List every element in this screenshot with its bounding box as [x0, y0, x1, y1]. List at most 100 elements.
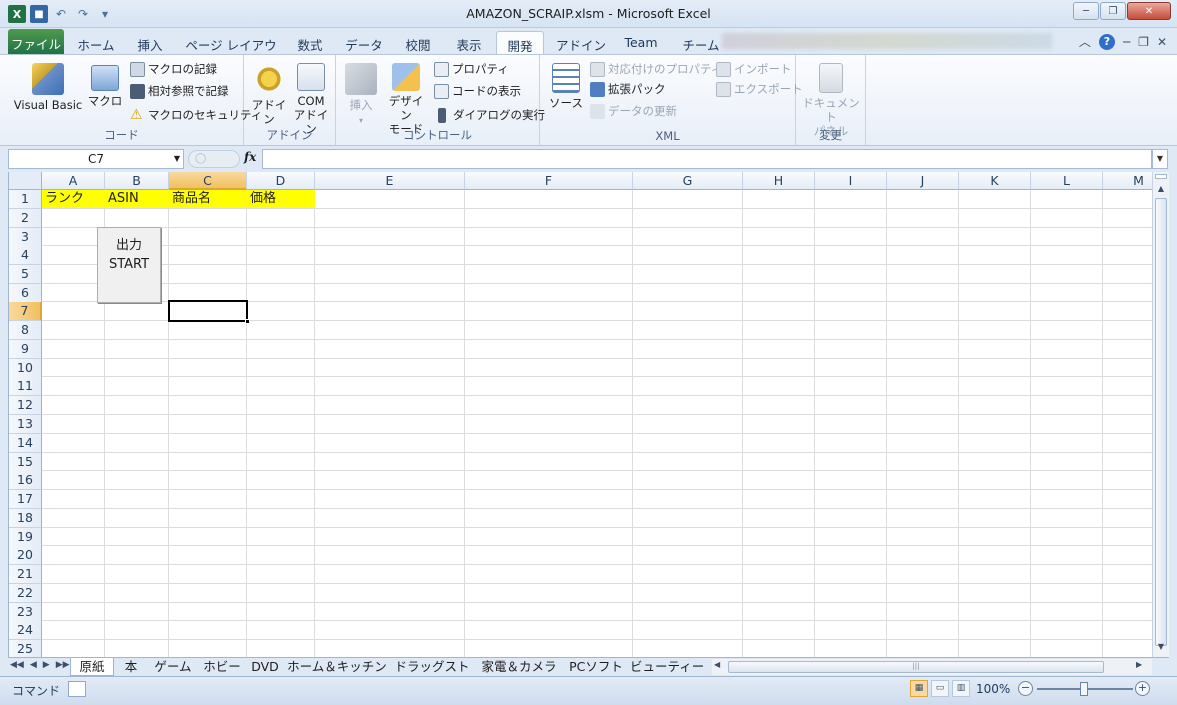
worksheet-grid[interactable]: A B C D E F G H I J K L M 1 2 3 4 5 6 7 … [8, 172, 1152, 657]
row-header[interactable]: 6 [9, 284, 42, 303]
sheet-tab-genshi[interactable]: 原紙 [70, 658, 114, 676]
workbook-close-icon[interactable]: ✕ [1157, 35, 1167, 49]
tab-data[interactable]: データ [341, 31, 387, 54]
row-header[interactable]: 5 [9, 265, 42, 284]
column-header-i[interactable]: I [815, 172, 887, 190]
page-break-view-icon[interactable]: ▥ [952, 680, 970, 697]
column-header-m[interactable]: M [1103, 172, 1152, 190]
select-all-corner[interactable] [9, 172, 42, 190]
scroll-up-icon[interactable]: ▲ [1154, 182, 1168, 196]
horizontal-scroll-thumb[interactable]: ||| [728, 661, 1104, 673]
cell-b1[interactable]: ASIN [105, 190, 169, 208]
column-header-d[interactable]: D [247, 172, 315, 190]
zoom-slider-knob[interactable] [1080, 682, 1088, 696]
scroll-left-icon[interactable]: ◀ [714, 660, 720, 669]
tab-review[interactable]: 校閲 [400, 31, 436, 54]
split-box[interactable] [1155, 174, 1167, 179]
row-header[interactable]: 15 [9, 453, 42, 472]
maximize-button[interactable]: ❐ [1100, 2, 1126, 20]
normal-view-icon[interactable]: ▦ [910, 680, 928, 697]
column-header-a[interactable]: A [42, 172, 105, 190]
column-header-k[interactable]: K [959, 172, 1031, 190]
column-header-h[interactable]: H [743, 172, 815, 190]
cell-a1[interactable]: ランク [42, 190, 105, 208]
import-button[interactable]: インポート [716, 59, 792, 79]
row-header[interactable]: 1 [9, 190, 42, 209]
tab-page-layout[interactable]: ページ レイアウト [183, 31, 279, 72]
sheet-tab-home-kitchen[interactable]: ホーム＆キッチン [286, 658, 388, 676]
next-sheet-icon[interactable]: ▶ [43, 660, 50, 670]
com-addin-button[interactable]: COM アドイン [292, 61, 330, 136]
expand-formula-bar-icon[interactable]: ▼ [1152, 149, 1168, 169]
design-mode-button[interactable]: デザイン モード [384, 61, 428, 136]
tab-team[interactable]: Team [618, 31, 664, 54]
expansion-packs-button[interactable]: 拡張パック [590, 79, 666, 99]
sheet-tab-games[interactable]: ゲーム [148, 658, 198, 676]
macro-security-button[interactable]: ⚠ マクロのセキュリティ [130, 105, 262, 125]
close-button[interactable]: ✕ [1127, 2, 1171, 20]
help-icon[interactable]: ? [1098, 33, 1115, 50]
last-sheet-icon[interactable]: ▶▶ [56, 660, 70, 670]
sheet-tab-electronics-camera[interactable]: 家電＆カメラ [476, 658, 562, 676]
prev-sheet-icon[interactable]: ◀ [30, 660, 37, 670]
horizontal-scrollbar[interactable]: ◀ ||| ▶ [712, 659, 1152, 675]
formula-input[interactable] [262, 149, 1152, 169]
zoom-level[interactable]: 100% [976, 682, 1010, 696]
row-header[interactable]: 11 [9, 377, 42, 396]
row-header[interactable]: 20 [9, 546, 42, 565]
tab-insert[interactable]: 挿入 [132, 31, 168, 54]
insert-function-icon[interactable]: fx [244, 150, 256, 164]
page-layout-view-icon[interactable]: ▭ [931, 680, 949, 697]
workbook-minimize-icon[interactable]: ─ [1123, 35, 1130, 49]
macro-record-status-icon[interactable] [68, 681, 86, 697]
relative-reference-button[interactable]: 相対参照で記録 [130, 81, 229, 101]
tab-home[interactable]: ホーム [73, 31, 119, 54]
row-header[interactable]: 21 [9, 565, 42, 584]
sheet-tab-pc-software[interactable]: PCソフト [564, 658, 628, 676]
row-header[interactable]: 4 [9, 246, 42, 265]
row-header[interactable]: 8 [9, 321, 42, 340]
sheet-tab-beauty[interactable]: ビューティー [630, 658, 704, 676]
tab-team-jp[interactable]: チーム [678, 31, 724, 54]
column-header-b[interactable]: B [105, 172, 169, 190]
tab-view[interactable]: 表示 [451, 31, 487, 54]
row-header[interactable]: 16 [9, 471, 42, 490]
tab-file[interactable]: ファイル [8, 29, 64, 54]
row-header[interactable]: 12 [9, 396, 42, 415]
record-macro-button[interactable]: マクロの記録 [130, 59, 217, 79]
active-cell-c7[interactable] [168, 300, 250, 324]
column-header-e[interactable]: E [315, 172, 465, 190]
row-header[interactable]: 3 [9, 228, 42, 247]
xml-source-button[interactable]: ソース [546, 61, 586, 110]
sheet-tab-dvd[interactable]: DVD [246, 658, 284, 676]
name-box-dropdown-icon[interactable]: ▼ [174, 150, 180, 168]
map-properties-button[interactable]: 対応付けのプロパティ [590, 59, 722, 79]
name-box[interactable]: C7 ▼ [8, 149, 184, 169]
sheet-tab-books[interactable]: 本 [118, 658, 144, 676]
first-sheet-icon[interactable]: ◀◀ [10, 660, 24, 670]
macro-button[interactable]: マクロ [86, 61, 124, 108]
scroll-right-icon[interactable]: ▶ [1136, 660, 1142, 669]
row-header[interactable]: 10 [9, 359, 42, 378]
run-dialog-button[interactable]: ダイアログの実行 [434, 105, 545, 125]
row-header[interactable]: 23 [9, 603, 42, 622]
sheet-tab-drugstore[interactable]: ドラッグストア [390, 658, 474, 691]
column-header-l[interactable]: L [1031, 172, 1103, 190]
properties-button[interactable]: プロパティ [434, 59, 509, 79]
row-header[interactable]: 17 [9, 490, 42, 509]
row-header[interactable]: 14 [9, 434, 42, 453]
cell-d1[interactable]: 価格 [247, 190, 315, 208]
row-header[interactable]: 25 [9, 640, 42, 657]
zoom-in-icon[interactable]: + [1135, 681, 1150, 696]
row-header[interactable]: 7 [9, 302, 42, 321]
vertical-scroll-thumb[interactable] [1155, 198, 1167, 646]
tab-formulas[interactable]: 数式 [292, 31, 328, 54]
tab-addins[interactable]: アドイン [556, 31, 606, 54]
zoom-out-icon[interactable]: − [1018, 681, 1033, 696]
export-button[interactable]: エクスポート [716, 79, 803, 99]
insert-control-button[interactable]: 挿入 ▾ [342, 61, 380, 128]
row-header[interactable]: 22 [9, 584, 42, 603]
vertical-scrollbar[interactable]: ▲ ▼ [1152, 172, 1169, 657]
refresh-data-button[interactable]: データの更新 [590, 101, 677, 121]
minimize-ribbon-icon[interactable]: ︿ [1079, 33, 1091, 50]
